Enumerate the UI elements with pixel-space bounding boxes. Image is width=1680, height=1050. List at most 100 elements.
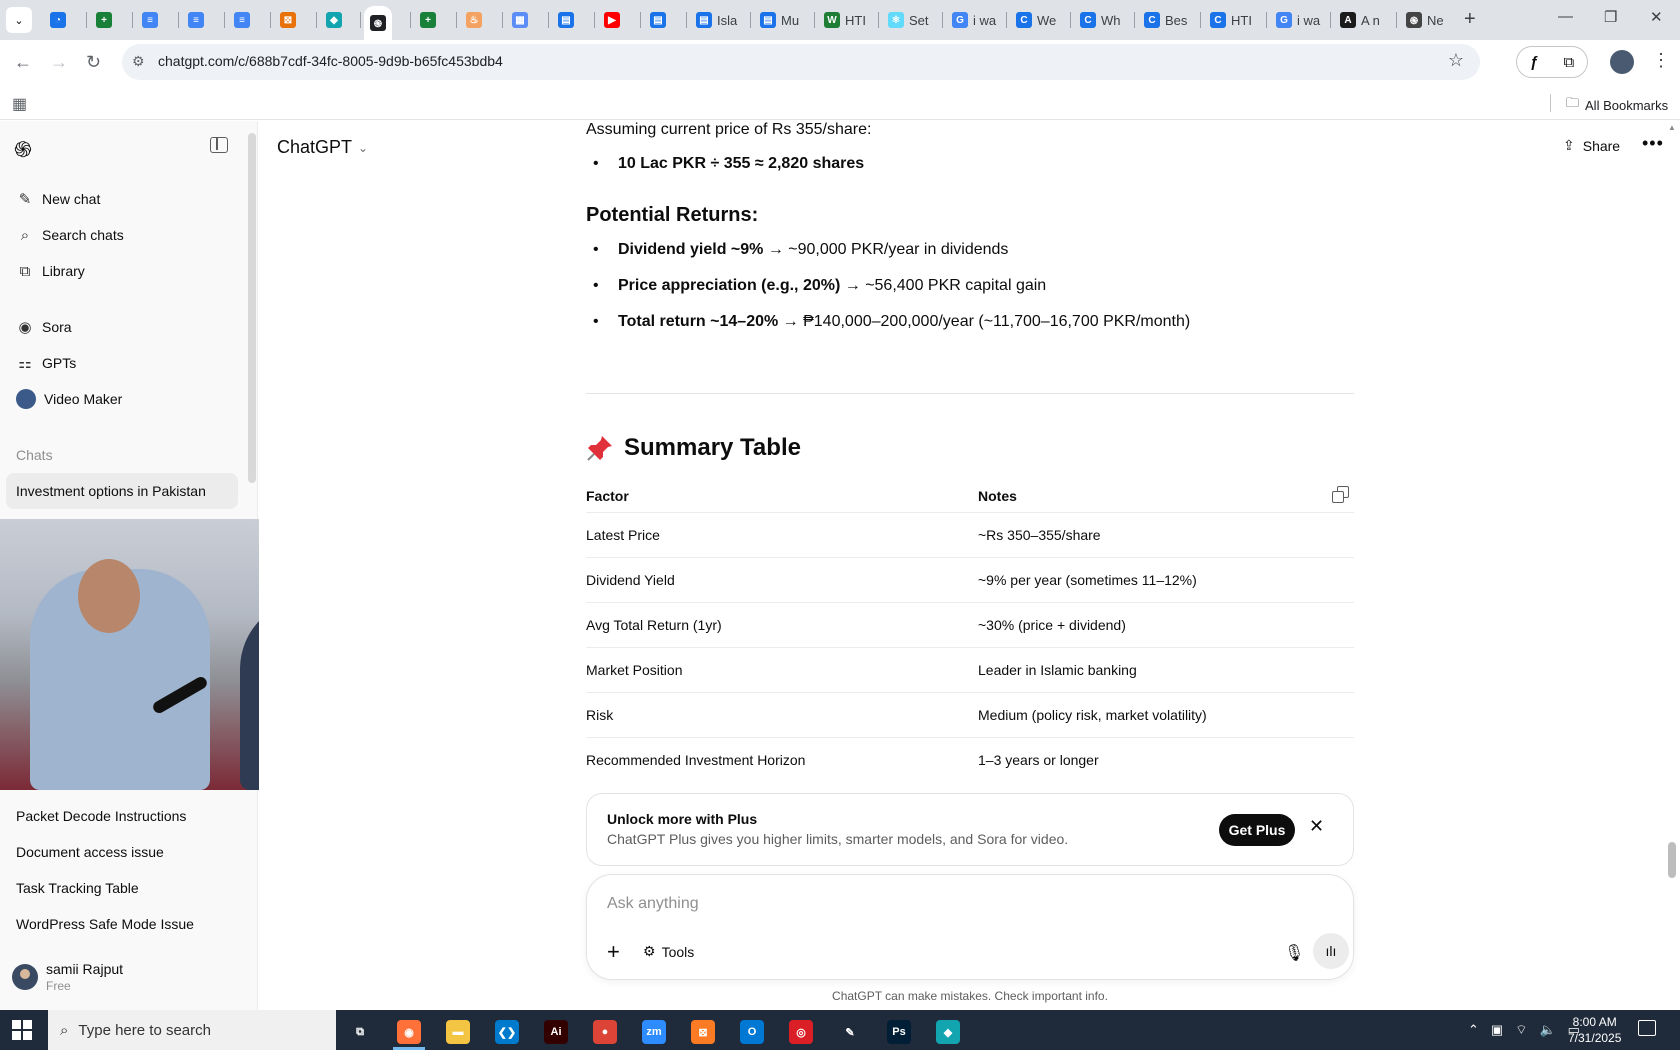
browser-tab[interactable]: ≡: [182, 6, 210, 34]
taskbar-app-illustrator[interactable]: Ai: [534, 1014, 578, 1050]
browser-tab[interactable]: +: [90, 6, 118, 34]
url-text[interactable]: chatgpt.com/c/688b7cdf-34fc-8005-9d9b-b6…: [158, 53, 503, 69]
sora-button[interactable]: ◉ Sora: [16, 315, 71, 339]
share-button[interactable]: ⇪ Share: [1563, 137, 1620, 154]
tools-button[interactable]: ⚙ Tools: [643, 943, 694, 960]
forward-icon[interactable]: →: [50, 52, 68, 73]
new-chat-button[interactable]: ✎ New chat: [16, 187, 101, 211]
browser-tab[interactable]: Gi wa: [946, 6, 1002, 34]
network-icon[interactable]: ▣: [1491, 1022, 1503, 1038]
new-tab-button[interactable]: +: [1464, 8, 1476, 31]
chat-item-active[interactable]: Investment options in Pakistan: [6, 473, 238, 509]
taskbar-app-file-explorer[interactable]: ▬: [436, 1014, 480, 1050]
browser-menu-icon[interactable]: ⋮: [1652, 50, 1670, 71]
sidebar-toggle-icon[interactable]: [210, 137, 228, 153]
address-bar[interactable]: ⚙ chatgpt.com/c/688b7cdf-34fc-8005-9d9b-…: [122, 44, 1480, 80]
taskbar-app-app-diamond[interactable]: ◆: [926, 1014, 970, 1050]
close-window-icon[interactable]: ✕: [1650, 8, 1663, 26]
clock-time: 8:00 AM: [1572, 1015, 1617, 1029]
chat-item[interactable]: Document access issue: [16, 844, 164, 860]
prompt-input[interactable]: [607, 891, 1307, 917]
browser-tab[interactable]: ▦: [506, 6, 534, 34]
browser-tab[interactable]: W HTI: [818, 6, 872, 34]
gpts-button[interactable]: ⚏ GPTs: [16, 351, 76, 375]
browser-tab[interactable]: ◔: [44, 6, 72, 34]
voice-mode-button[interactable]: ılı: [1313, 933, 1349, 969]
all-bookmarks-button[interactable]: 🗀 All Bookmarks: [1566, 94, 1668, 116]
tab-favicon-icon: W: [824, 12, 840, 28]
copy-table-icon[interactable]: [1332, 486, 1349, 503]
browser-tab[interactable]: ▤ Isla: [690, 6, 743, 34]
openai-logo-icon[interactable]: ֍: [14, 135, 32, 164]
list-item: Dividend yield ~9% → ~90,000 PKR/year in…: [593, 241, 1008, 259]
microphone-icon[interactable]: 🎙: [1284, 943, 1304, 963]
clock[interactable]: 8:00 AM 7/31/2025: [1568, 1014, 1621, 1046]
taskbar-app-chrome[interactable]: ●: [583, 1014, 627, 1050]
browser-tab[interactable]: C HTI: [1204, 6, 1258, 34]
apps-grid-icon[interactable]: ▦: [12, 94, 27, 114]
taskbar-app-zoom[interactable]: zm: [632, 1014, 676, 1050]
browser-tab[interactable]: Gi wa: [1270, 6, 1326, 34]
browser-tab[interactable]: ⚛ Set: [882, 6, 935, 34]
more-options-icon[interactable]: •••: [1642, 133, 1664, 154]
model-selector[interactable]: ChatGPT ⌄: [277, 137, 368, 158]
get-plus-button[interactable]: Get Plus: [1219, 814, 1295, 846]
browser-tab[interactable]: ֍: [364, 6, 392, 40]
puzzle-icon[interactable]: ⧉: [1564, 54, 1575, 71]
scroll-up-arrow-icon[interactable]: ▲: [1668, 123, 1676, 132]
browser-tab[interactable]: ♨: [460, 6, 488, 34]
library-button[interactable]: ⧉ Library: [16, 259, 85, 283]
summary-heading: Summary Table: [586, 434, 801, 462]
main-scrollbar-thumb[interactable]: [1668, 842, 1676, 878]
bookmark-star-icon[interactable]: ☆: [1448, 50, 1464, 71]
taskbar-app-xampp[interactable]: ⊠: [681, 1014, 725, 1050]
browser-tab[interactable]: +: [414, 6, 442, 34]
table-row: Avg Total Return (1yr) ~30% (price + div…: [586, 602, 1354, 647]
video-maker-button[interactable]: Video Maker: [16, 387, 122, 411]
browser-tab[interactable]: ⊠: [274, 6, 302, 34]
add-attachment-icon[interactable]: +: [607, 939, 620, 965]
site-info-icon[interactable]: ⚙: [132, 53, 145, 70]
profile-avatar[interactable]: [1610, 50, 1634, 74]
tab-separator: [1134, 12, 1135, 28]
taskbar-app-vscode[interactable]: ❮❯: [485, 1014, 529, 1050]
notifications-icon[interactable]: [1638, 1020, 1656, 1036]
chat-item[interactable]: WordPress Safe Mode Issue: [16, 916, 194, 932]
browser-tab[interactable]: ▤: [644, 6, 672, 34]
browser-tab[interactable]: ▤: [552, 6, 580, 34]
sidebar-scrollbar[interactable]: [248, 133, 256, 483]
chat-item[interactable]: Task Tracking Table: [16, 880, 139, 896]
taskbar-app-firefox[interactable]: ◉: [387, 1014, 431, 1050]
chevron-up-icon[interactable]: ⌃: [1468, 1022, 1479, 1038]
taskbar-app-creative-cloud[interactable]: ◎: [779, 1014, 823, 1050]
extension-f-icon[interactable]: ƒ: [1530, 54, 1538, 71]
reload-icon[interactable]: ↻: [86, 52, 101, 73]
restore-icon[interactable]: ❐: [1604, 8, 1617, 26]
browser-tab[interactable]: AA n: [1334, 6, 1386, 34]
windows-start-icon[interactable]: [12, 1020, 32, 1040]
minimize-icon[interactable]: —: [1558, 8, 1573, 25]
back-icon[interactable]: ←: [14, 52, 32, 73]
search-chats-button[interactable]: ⌕ Search chats: [16, 223, 124, 247]
browser-tab[interactable]: C We: [1010, 6, 1062, 34]
user-menu[interactable]: samii Rajput Free: [12, 961, 123, 993]
browser-tab[interactable]: ◆: [320, 6, 348, 34]
browser-tab[interactable]: ≡: [228, 6, 256, 34]
browser-tab[interactable]: ▶: [598, 6, 626, 34]
browser-tab[interactable]: ֍ Ne: [1400, 6, 1450, 34]
taskbar-app-photoshop[interactable]: Ps: [877, 1014, 921, 1050]
browser-tab[interactable]: ≡: [136, 6, 164, 34]
taskbar-app-pen-tool[interactable]: ✎: [828, 1014, 872, 1050]
close-icon[interactable]: ✕: [1309, 816, 1324, 837]
taskbar-app-outlook[interactable]: O: [730, 1014, 774, 1050]
tab-search-chevron-icon[interactable]: ⌄: [6, 7, 32, 33]
taskbar-search[interactable]: ⌕ Type here to search: [48, 1010, 336, 1050]
chat-item[interactable]: Packet Decode Instructions: [16, 808, 186, 824]
list-item-text: 10 Lac PKR ÷ 355 ≈ 2,820 shares: [618, 155, 865, 172]
browser-tab[interactable]: ▤ Mu: [754, 6, 805, 34]
browser-tab[interactable]: C Wh: [1074, 6, 1127, 34]
taskbar-app-task-view[interactable]: ⧉: [338, 1014, 382, 1050]
volume-icon[interactable]: 🔈: [1539, 1022, 1555, 1038]
wifi-icon[interactable]: ⌔: [1515, 1022, 1527, 1038]
browser-tab[interactable]: C Bes: [1138, 6, 1193, 34]
